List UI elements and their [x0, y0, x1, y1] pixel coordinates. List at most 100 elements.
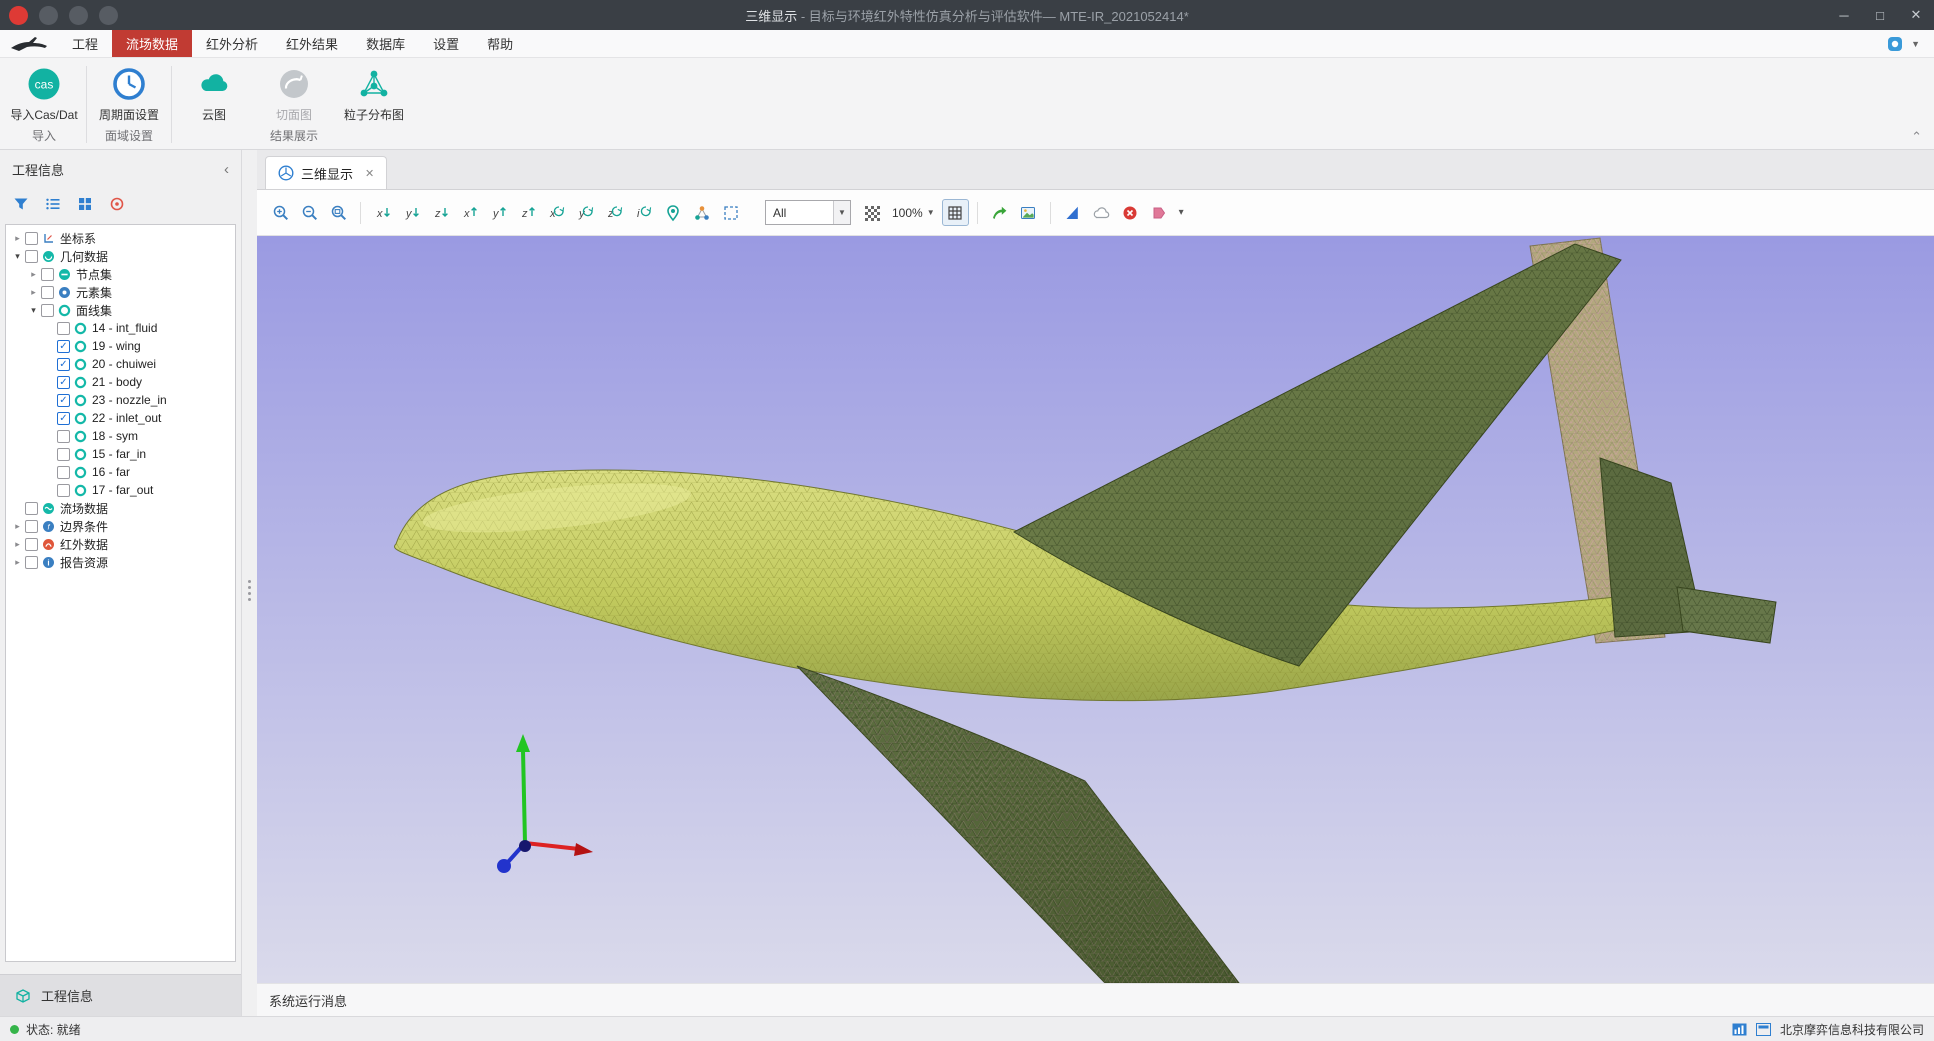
tree-item[interactable]: ▸f边界条件	[6, 517, 235, 535]
view-y-pos-button[interactable]: y	[485, 199, 512, 226]
mesh-filter-select[interactable]: All▼	[765, 200, 851, 225]
tree-item[interactable]: ✓20 - chuiwei	[6, 355, 235, 373]
iso-view-button[interactable]: i	[630, 199, 657, 226]
tree-checkbox[interactable]	[57, 430, 70, 443]
titlebar-quick-button[interactable]	[39, 6, 58, 25]
tree-checkbox[interactable]	[41, 304, 54, 317]
titlebar-quick-button[interactable]	[99, 6, 118, 25]
grid-view-button[interactable]	[76, 195, 94, 213]
minimize-button[interactable]: ─	[1826, 0, 1862, 30]
zoom-out-button[interactable]	[296, 199, 323, 226]
tree-item[interactable]: ▾几何数据	[6, 247, 235, 265]
tree-checkbox[interactable]	[41, 286, 54, 299]
tree-item[interactable]: ▸红外数据	[6, 535, 235, 553]
tree-checkbox[interactable]	[25, 538, 38, 551]
tree-item[interactable]: 17 - far_out	[6, 481, 235, 499]
tree-checkbox[interactable]	[25, 232, 38, 245]
tree-item[interactable]: ▸i报告资源	[6, 553, 235, 571]
tree-item[interactable]: 流场数据	[6, 499, 235, 517]
app-menu-button[interactable]	[9, 6, 28, 25]
tree-checkbox[interactable]	[57, 448, 70, 461]
tab-3d-view[interactable]: 三维显示 ✕	[265, 156, 387, 189]
menu-item[interactable]: 流场数据	[112, 30, 192, 57]
tree-checkbox[interactable]	[57, 322, 70, 335]
view-z-pos-button[interactable]: z	[514, 199, 541, 226]
tree-checkbox[interactable]	[57, 484, 70, 497]
box-select-button[interactable]	[717, 199, 744, 226]
tree-checkbox[interactable]	[25, 520, 38, 533]
tree-item[interactable]: ▸节点集	[6, 265, 235, 283]
node-graph-button[interactable]	[688, 199, 715, 226]
tree-checkbox[interactable]: ✓	[57, 412, 70, 425]
clear-button[interactable]	[1117, 199, 1144, 226]
expander-collapsed-icon[interactable]: ▸	[27, 269, 40, 280]
tree-checkbox[interactable]: ✓	[57, 340, 70, 353]
tree-item[interactable]: 18 - sym	[6, 427, 235, 445]
menu-item[interactable]: 红外结果	[272, 30, 352, 57]
tree-checkbox[interactable]: ✓	[57, 394, 70, 407]
tree-item[interactable]: ▸坐标系	[6, 229, 235, 247]
tree-checkbox[interactable]	[41, 268, 54, 281]
view-x-neg-button[interactable]: x	[369, 199, 396, 226]
activity-monitor-icon[interactable]	[1732, 1023, 1747, 1036]
snapshot-button[interactable]	[1015, 199, 1042, 226]
rotate-z-view-button[interactable]: z	[601, 199, 628, 226]
filter-button[interactable]	[12, 195, 30, 213]
menu-item[interactable]: 设置	[419, 30, 473, 57]
period-face-button[interactable]: 周期面设置	[89, 64, 169, 123]
zoom-in-button[interactable]	[267, 199, 294, 226]
grid-button[interactable]	[942, 199, 969, 226]
expander-expanded-icon[interactable]: ▾	[27, 305, 40, 316]
tree-item[interactable]: ✓23 - nozzle_in	[6, 391, 235, 409]
tree-item[interactable]: ▸元素集	[6, 283, 235, 301]
particle-plot-button[interactable]: 粒子分布图	[334, 64, 414, 123]
contour-cloud-button[interactable]: 云图	[174, 64, 254, 123]
export-arrow-button[interactable]	[986, 199, 1013, 226]
rotate-x-view-button[interactable]: x	[543, 199, 570, 226]
tree-checkbox[interactable]: ✓	[57, 376, 70, 389]
panel-collapse-button[interactable]: ‹	[224, 161, 229, 178]
zoom-fit-button[interactable]	[325, 199, 352, 226]
close-button[interactable]: ✕	[1898, 0, 1934, 30]
tree-checkbox[interactable]	[25, 502, 38, 515]
titlebar-quick-button[interactable]	[69, 6, 88, 25]
tree-item[interactable]: 16 - far	[6, 463, 235, 481]
list-view-button[interactable]	[44, 195, 62, 213]
dither-button[interactable]	[858, 199, 885, 226]
tree-item[interactable]: ✓22 - inlet_out	[6, 409, 235, 427]
ribbon-collapse-button[interactable]: ⌃	[1911, 129, 1922, 145]
slice-view-button[interactable]: 切面图	[254, 64, 334, 123]
tree-checkbox[interactable]	[57, 466, 70, 479]
menu-item[interactable]: 数据库	[352, 30, 419, 57]
panel-splitter[interactable]	[242, 150, 257, 1016]
dropdown-caret-icon[interactable]: ▼	[833, 201, 850, 224]
expander-collapsed-icon[interactable]: ▸	[11, 233, 24, 244]
view-z-neg-button[interactable]: z	[427, 199, 454, 226]
target-button[interactable]	[108, 195, 126, 213]
menu-item[interactable]: 帮助	[473, 30, 527, 57]
mirror-button[interactable]	[1059, 199, 1086, 226]
zoom-level-dropdown[interactable]: 100%▼	[887, 206, 940, 220]
expander-collapsed-icon[interactable]: ▸	[27, 287, 40, 298]
tree-item[interactable]: ✓21 - body	[6, 373, 235, 391]
tree-item[interactable]: 15 - far_in	[6, 445, 235, 463]
splitter-handle[interactable]	[248, 580, 251, 601]
tree-checkbox[interactable]	[25, 556, 38, 569]
expander-collapsed-icon[interactable]: ▸	[11, 557, 24, 568]
app-style-icon[interactable]	[1887, 36, 1903, 52]
tree-checkbox[interactable]: ✓	[57, 358, 70, 371]
menubar-caret-icon[interactable]: ▼	[1911, 39, 1920, 49]
probe-pin-button[interactable]	[659, 199, 686, 226]
rotate-y-view-button[interactable]: y	[572, 199, 599, 226]
menu-item[interactable]: 工程	[58, 30, 112, 57]
project-panel-footer-tab[interactable]: 工程信息	[0, 974, 241, 1016]
tree-item[interactable]: ▾面线集	[6, 301, 235, 319]
expander-expanded-icon[interactable]: ▾	[11, 251, 24, 262]
expander-collapsed-icon[interactable]: ▸	[11, 521, 24, 532]
maximize-button[interactable]: □	[1862, 0, 1898, 30]
tree-checkbox[interactable]	[25, 250, 38, 263]
view-x-pos-button[interactable]: x	[456, 199, 483, 226]
cas-import-button[interactable]: cas导入Cas/Dat	[4, 64, 84, 123]
tree-item[interactable]: ✓19 - wing	[6, 337, 235, 355]
view-y-neg-button[interactable]: y	[398, 199, 425, 226]
